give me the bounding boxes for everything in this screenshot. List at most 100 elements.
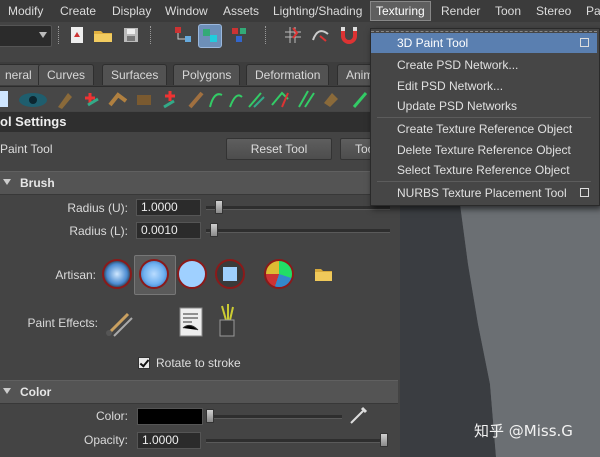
square-brush-icon[interactable] bbox=[215, 259, 245, 289]
brush-bucket-icon[interactable] bbox=[216, 302, 238, 338]
option-box-icon[interactable] bbox=[580, 38, 589, 47]
paint-effects-icon[interactable] bbox=[104, 306, 136, 338]
toolbar-separator bbox=[58, 26, 61, 44]
hard-brush-icon[interactable] bbox=[177, 259, 207, 289]
menu-item-label: Select Texture Reference Object bbox=[397, 163, 570, 177]
add-icon[interactable] bbox=[82, 89, 102, 109]
shelf-tab-general[interactable]: neral bbox=[0, 64, 41, 85]
shelf-tab-polygons[interactable]: Polygons bbox=[173, 64, 241, 85]
menu-modify[interactable]: Modify bbox=[8, 4, 43, 18]
opacity-slider-track[interactable] bbox=[206, 439, 388, 443]
shelf-tab-surfaces[interactable]: Surfaces bbox=[102, 64, 168, 85]
menu-item-label: NURBS Texture Placement Tool bbox=[397, 186, 567, 200]
menu-assets[interactable]: Assets bbox=[223, 4, 259, 18]
menu-item-create-texture-reference[interactable]: Create Texture Reference Object bbox=[371, 119, 597, 139]
color-slider-track[interactable] bbox=[206, 415, 342, 419]
radius-u-label: Radius (U): bbox=[67, 201, 128, 215]
brush-section-header[interactable]: Brush bbox=[0, 171, 398, 195]
color-section-header[interactable]: Color bbox=[0, 380, 398, 404]
menu-item-nurbs-texture-placement[interactable]: NURBS Texture Placement Tool bbox=[371, 183, 597, 203]
magnet-icon[interactable] bbox=[338, 24, 360, 46]
brush-preset-icon[interactable] bbox=[178, 306, 204, 338]
menu-item-delete-texture-reference[interactable]: Delete Texture Reference Object bbox=[371, 140, 597, 160]
globe-icon[interactable] bbox=[264, 259, 294, 289]
radius-l-slider-track[interactable] bbox=[206, 229, 390, 233]
menu-item-label: Edit PSD Network... bbox=[397, 79, 504, 93]
add-icon[interactable] bbox=[160, 89, 180, 109]
folder-icon[interactable] bbox=[315, 267, 333, 284]
menu-item-3d-paint-tool[interactable]: 3D Paint Tool bbox=[371, 33, 597, 53]
snap-grid-icon[interactable] bbox=[282, 24, 304, 46]
artisan-label: Artisan: bbox=[55, 268, 96, 282]
tool-name: Paint Tool bbox=[0, 142, 53, 156]
radius-u-slider-thumb[interactable] bbox=[214, 200, 223, 214]
menu-divider bbox=[377, 181, 591, 182]
tool-icon[interactable] bbox=[134, 89, 154, 109]
radius-l-field[interactable]: 0.0010 bbox=[136, 222, 201, 239]
eye-icon[interactable] bbox=[16, 89, 50, 109]
menu-item-select-texture-reference[interactable]: Select Texture Reference Object bbox=[371, 160, 597, 180]
new-scene-icon[interactable] bbox=[66, 24, 88, 46]
menu-lighting-shading[interactable]: Lighting/Shading bbox=[273, 4, 362, 18]
tool-icon[interactable] bbox=[56, 89, 76, 109]
color-swatch[interactable] bbox=[137, 408, 203, 425]
menu-item-label: Create Texture Reference Object bbox=[397, 122, 573, 136]
curve-icon[interactable] bbox=[296, 89, 316, 109]
menu-item-label: 3D Paint Tool bbox=[397, 36, 469, 50]
tool-icon[interactable] bbox=[186, 89, 206, 109]
shelf-icon-row bbox=[0, 87, 380, 111]
menu-texturing[interactable]: Texturing bbox=[370, 1, 431, 21]
toolbar-separator bbox=[150, 26, 153, 44]
chevron-down-icon bbox=[39, 32, 47, 38]
menu-item-create-psd-network[interactable]: Create PSD Network... bbox=[371, 55, 597, 75]
collapse-arrow-icon bbox=[3, 388, 11, 394]
radius-l-label: Radius (L): bbox=[69, 224, 128, 238]
save-icon[interactable] bbox=[120, 24, 142, 46]
select-object-icon[interactable] bbox=[198, 24, 222, 48]
medium-brush-icon[interactable] bbox=[139, 259, 169, 289]
tool-icon[interactable] bbox=[108, 89, 128, 109]
shelf-tab-curves[interactable]: Curves bbox=[38, 64, 95, 85]
menu-display[interactable]: Display bbox=[112, 4, 151, 18]
menu-item-label: Create PSD Network... bbox=[397, 58, 519, 72]
opacity-label: Opacity: bbox=[83, 433, 128, 447]
select-component-icon[interactable] bbox=[228, 24, 250, 46]
texturing-dropdown-menu: 3D Paint Tool Create PSD Network... Edit… bbox=[370, 28, 600, 206]
color-label: Color: bbox=[95, 409, 128, 423]
curve-icon[interactable] bbox=[270, 89, 290, 109]
radius-u-field[interactable]: 1.0000 bbox=[136, 199, 201, 216]
brush-section-label: Brush bbox=[20, 176, 55, 190]
snap-curve-icon[interactable] bbox=[310, 24, 332, 46]
curve-icon[interactable] bbox=[226, 89, 246, 109]
shelf-tab-bar: neral Curves Surfaces Polygons Deformati… bbox=[0, 62, 383, 87]
radius-u-slider-track[interactable] bbox=[206, 206, 390, 210]
radius-l-slider-thumb[interactable] bbox=[209, 223, 218, 237]
select-hierarchy-icon[interactable] bbox=[172, 24, 194, 46]
menu-panels[interactable]: Pa bbox=[586, 4, 600, 18]
soft-brush-icon[interactable] bbox=[102, 259, 132, 289]
rotate-to-stroke-label: Rotate to stroke bbox=[156, 356, 241, 370]
curve-icon[interactable] bbox=[206, 89, 226, 109]
shelf-tab-deformation[interactable]: Deformation bbox=[246, 64, 330, 85]
folder-icon[interactable] bbox=[92, 24, 114, 46]
color-section-label: Color bbox=[20, 385, 52, 399]
opacity-slider-thumb[interactable] bbox=[380, 433, 388, 447]
menu-item-edit-psd-network[interactable]: Edit PSD Network... bbox=[371, 76, 597, 96]
curve-icon[interactable] bbox=[246, 89, 266, 109]
opacity-field[interactable]: 1.0000 bbox=[137, 432, 201, 449]
toolbar-separator bbox=[265, 26, 268, 44]
reset-tool-button[interactable]: Reset Tool bbox=[226, 138, 332, 160]
menu-render[interactable]: Render bbox=[441, 4, 480, 18]
menu-stereo[interactable]: Stereo bbox=[536, 4, 571, 18]
menu-item-update-psd-networks[interactable]: Update PSD Networks bbox=[371, 96, 597, 116]
rotate-to-stroke-checkbox[interactable] bbox=[138, 357, 150, 369]
menu-set-dropdown[interactable] bbox=[0, 25, 52, 47]
menu-toon[interactable]: Toon bbox=[495, 4, 521, 18]
option-box-icon[interactable] bbox=[580, 188, 589, 197]
eyedropper-icon[interactable] bbox=[348, 404, 370, 426]
tool-icon[interactable] bbox=[322, 89, 342, 109]
menu-create[interactable]: Create bbox=[60, 4, 96, 18]
curve-icon[interactable] bbox=[350, 89, 370, 109]
color-slider-thumb[interactable] bbox=[206, 409, 214, 423]
menu-window[interactable]: Window bbox=[165, 4, 208, 18]
